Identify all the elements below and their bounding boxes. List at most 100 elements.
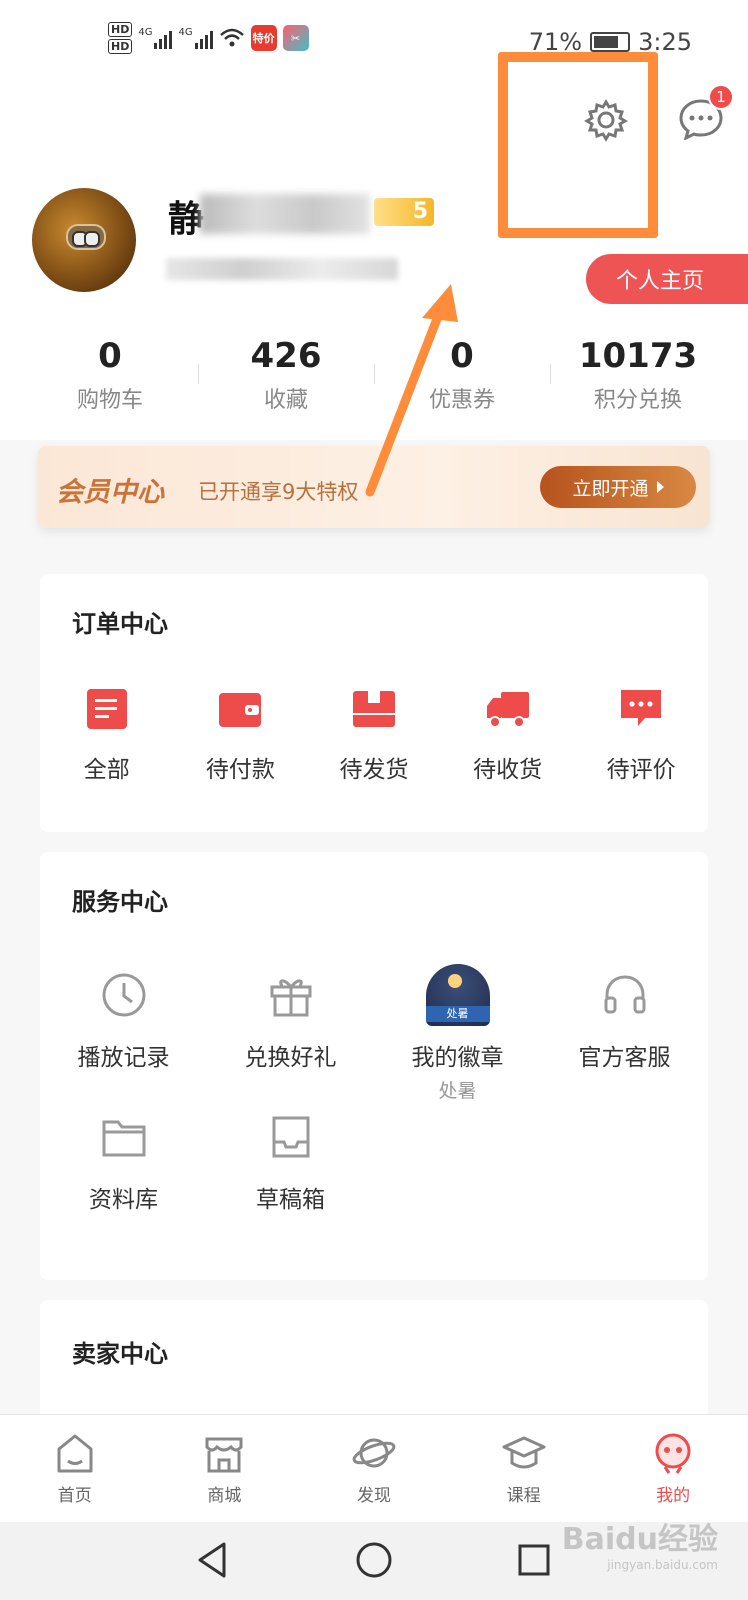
order-pending-payment[interactable]: 待付款 [174,686,308,784]
vip-member-card[interactable]: 会员中心 已开通享9大特权 立即开通 [38,446,710,528]
tab-shop[interactable]: 商城 [150,1415,300,1522]
level-badge: 5 [374,198,434,226]
battery-icon [590,32,631,52]
order-item-label: 待收货 [473,757,543,783]
username: 静 [168,199,205,240]
order-item-label: 全部 [83,757,130,783]
order-center-card: 订单中心 全部 待付款 待发货 待收货 待评价 [40,574,708,832]
bottom-tab-bar: 首页 商城 发现 课程 我的 [0,1414,748,1522]
back-triangle-icon[interactable] [190,1538,234,1582]
seller-center-title: 卖家中心 [72,1340,168,1368]
network-type-2: 4G [178,27,193,38]
service-center-card: 服务中心 播放记录 兑换好礼 处暑 我的徽章 处暑 官方客服 资料库 草稿箱 [40,852,708,1280]
service-label: 兑换好礼 [244,1045,337,1071]
service-label: 我的徽章 [411,1045,504,1071]
stat-cart[interactable]: 0 购物车 [22,336,198,414]
watermark-url: jingyan.baidu.com [607,1558,718,1572]
annotation-highlight-box [498,52,658,238]
baidu-jingyan-watermark: Baidu经验 jingyan.baidu.com [562,1514,718,1572]
truck-icon [486,692,529,728]
network-type-1: 4G [138,27,153,38]
stat-value: 426 [250,336,322,376]
stat-coupons[interactable]: 0 优惠券 [374,336,550,414]
graduation-cap-icon [502,1436,546,1469]
signal-icon-2: 4G [178,27,213,49]
hd-indicator-2: HD [108,39,133,54]
stat-label: 收藏 [263,388,308,413]
avatar[interactable] [32,188,136,292]
tab-label: 商城 [207,1486,242,1506]
service-center-title: 服务中心 [72,888,168,916]
order-all[interactable]: 全部 [40,686,174,784]
tab-label: 我的 [656,1486,691,1506]
order-item-label: 待评价 [606,757,676,783]
service-drafts[interactable]: 草稿箱 [207,1112,374,1254]
service-label: 资料库 [89,1187,158,1213]
order-pending-review[interactable]: 待评价 [574,686,708,784]
comment-icon [621,690,662,726]
tab-courses[interactable]: 课程 [449,1415,599,1522]
wifi-icon [219,28,244,47]
planet-icon [352,1438,396,1468]
stat-points[interactable]: 10173 积分兑换 [550,336,726,414]
service-sublabel: 处暑 [438,1080,477,1102]
stat-label: 购物车 [76,388,143,413]
order-item-label: 待付款 [205,757,275,783]
service-my-badges[interactable]: 处暑 我的徽章 处暑 [374,964,541,1112]
signal-icon-1: 4G [138,27,173,49]
inbox-icon [272,1116,309,1158]
profile-page-button[interactable]: 个人主页 [586,254,748,304]
home-circle-icon[interactable] [352,1538,396,1582]
service-customer-support[interactable]: 官方客服 [541,970,708,1112]
headset-icon [604,975,645,1014]
play-triangle-icon [656,481,664,493]
tab-home[interactable]: 首页 [0,1415,150,1522]
badge-ribbon-text: 处暑 [425,1006,490,1022]
box-icon [352,691,395,727]
message-count-badge: 1 [708,84,734,110]
vip-title: 会员中心 [56,477,164,508]
stat-value: 0 [98,336,122,376]
order-status-grid: 全部 待付款 待发货 待收货 待评价 [40,686,708,784]
service-library[interactable]: 资料库 [40,1112,207,1254]
vip-activate-button[interactable]: 立即开通 [540,466,696,508]
service-grid: 播放记录 兑换好礼 处暑 我的徽章 处暑 官方客服 资料库 草稿箱 [40,964,708,1254]
tab-label: 首页 [57,1486,92,1506]
app-notification-icon-1: 特价 [250,25,277,51]
stat-value: 10173 [578,336,698,376]
service-label: 官方客服 [578,1045,671,1071]
status-icons-left: HD HD 4G 4G 特价 ✂ [108,22,309,54]
recents-square-icon[interactable] [512,1538,556,1582]
gift-icon [270,979,311,1017]
clock-icon [102,973,145,1017]
wallet-icon [219,693,262,727]
list-icon [86,689,127,729]
watermark-brand: Baidu经验 [561,1522,718,1557]
stat-label: 积分兑换 [593,388,682,413]
tab-mine[interactable]: 我的 [598,1415,748,1522]
user-id-redacted [166,258,398,280]
order-center-title: 订单中心 [72,610,168,638]
hd-indicator-1: HD [108,22,133,37]
app-notification-icon-2: ✂ [282,25,309,51]
service-play-history[interactable]: 播放记录 [40,970,207,1112]
username-redacted [200,194,370,234]
order-pending-shipment[interactable]: 待发货 [307,686,441,784]
stats-row: 0 购物车 426 收藏 0 优惠券 10173 积分兑换 [22,336,726,414]
vip-subtitle: 已开通享9大特权 [198,480,359,504]
order-item-label: 待发货 [339,757,409,783]
home-icon [57,1434,93,1473]
avatar-owl-image [66,224,106,250]
hd-indicators: HD HD [108,22,133,54]
stat-favorites[interactable]: 426 收藏 [198,336,374,414]
stat-label: 优惠券 [428,388,495,413]
tab-label: 发现 [356,1486,391,1506]
order-pending-receipt[interactable]: 待收货 [441,686,575,784]
tab-label: 课程 [506,1486,541,1506]
service-redeem-gift[interactable]: 兑换好礼 [207,970,374,1112]
tab-discover[interactable]: 发现 [299,1415,449,1522]
shop-icon [205,1437,243,1473]
service-label: 播放记录 [77,1045,170,1071]
folder-icon [102,1120,145,1157]
mascot-icon [655,1433,691,1474]
